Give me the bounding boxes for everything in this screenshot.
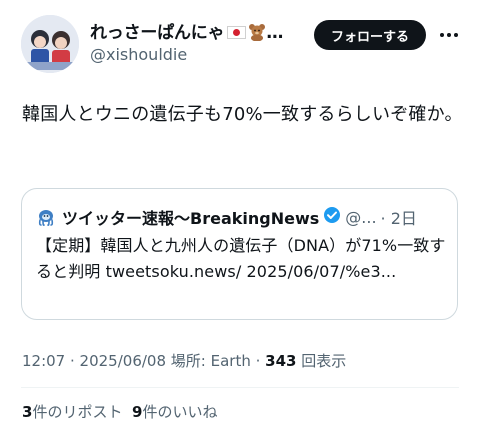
tweet-date[interactable]: 2025/06/08 (80, 352, 166, 370)
views-label: 回表示 (301, 352, 347, 370)
quote-avatar[interactable] (36, 207, 56, 227)
quote-author-name[interactable]: ツイッター速報〜BreakingNews (62, 205, 319, 229)
teddy-bear-icon (248, 23, 266, 46)
tweet-location: 場所: Earth (170, 352, 251, 370)
reposts-label: 件のリポスト (32, 403, 123, 421)
follow-button[interactable]: フォローする (314, 20, 426, 50)
likes-label: 件のいいね (142, 403, 218, 421)
display-name[interactable]: れっさーぱんにゃ … (90, 18, 283, 46)
tweet-text: 韓国人とウニの遺伝子も70%一致するらしいぞ確か。 (22, 104, 463, 125)
tweet-time[interactable]: 12:07 (22, 352, 65, 370)
more-options-icon[interactable] (438, 24, 460, 46)
views-count: 343 (265, 352, 297, 370)
name-ellipsis: … (266, 23, 284, 43)
divider (21, 387, 459, 388)
likes-count: 9 (132, 403, 143, 421)
engagement-stats: 3件のリポスト 9件のいいね (22, 401, 217, 422)
japan-flag-icon (227, 26, 247, 39)
quote-time[interactable]: · 2日 (381, 205, 417, 229)
quote-text: 【定期】韓国人と九州人の遺伝子（DNA）が71%一致すると判明 tweetsok… (36, 236, 446, 281)
tweet-meta: 12:07 · 2025/06/08 場所: Earth · 343 回表示 (22, 352, 347, 370)
avatar[interactable] (21, 15, 79, 73)
reposts-stat[interactable]: 3件のリポスト (22, 403, 122, 421)
likes-stat[interactable]: 9件のいいね (132, 403, 217, 421)
quote-header: ツイッター速報〜BreakingNews @... · 2日 (36, 205, 445, 229)
quote-handle[interactable]: @... (345, 208, 376, 227)
reposts-count: 3 (22, 403, 33, 421)
quote-tweet-card[interactable]: ツイッター速報〜BreakingNews @... · 2日 【定期】韓国人と九… (21, 188, 458, 320)
handle[interactable]: @xishouldie (90, 45, 187, 64)
verified-badge-icon (323, 206, 341, 228)
display-name-text: れっさーぱんにゃ (90, 23, 225, 43)
